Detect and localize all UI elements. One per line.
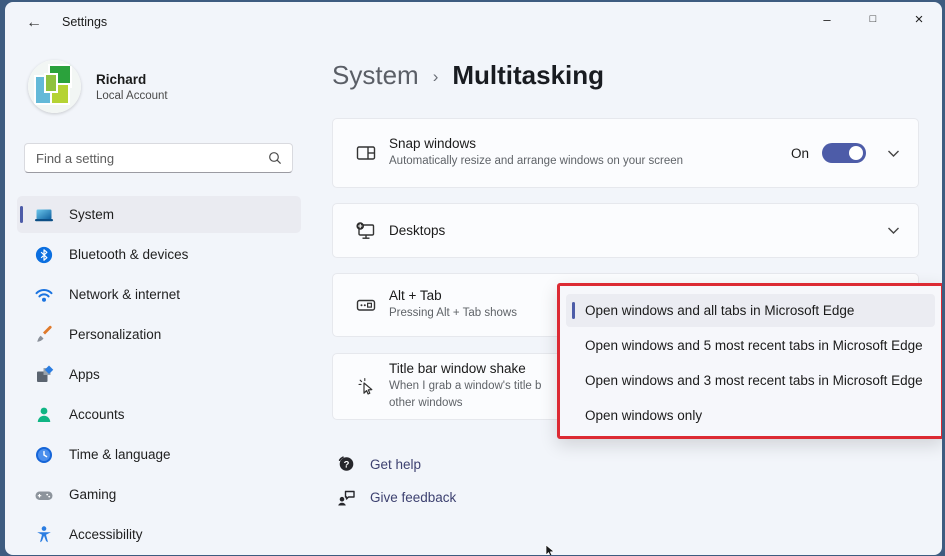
sidebar-item-system[interactable]: System (17, 196, 301, 233)
snap-windows-toggle[interactable] (822, 143, 866, 163)
profile-account-type: Local Account (96, 90, 168, 102)
search-input[interactable] (25, 151, 268, 166)
minimize-button[interactable]: – (804, 2, 850, 36)
toggle-knob (849, 146, 863, 160)
sidebar-nav: System Bluetooth & devices Network & int… (17, 196, 301, 555)
sidebar-item-personalization[interactable]: Personalization (17, 316, 301, 353)
apps-icon (34, 365, 54, 385)
breadcrumb-parent[interactable]: System (332, 60, 419, 91)
app-title: Settings (62, 15, 107, 29)
sidebar-item-network-internet[interactable]: Network & internet (17, 276, 301, 313)
profile-name: Richard (96, 72, 168, 87)
titlebar: ← Settings – □ × (5, 2, 942, 42)
display-icon (34, 205, 54, 225)
breadcrumb-separator: › (433, 67, 439, 87)
gamepad-icon (34, 485, 54, 505)
snap-windows-icon (354, 141, 378, 165)
chevron-down-icon[interactable] (887, 226, 900, 235)
sidebar-item-label: System (69, 207, 114, 222)
dropdown-option-3-recent-tabs[interactable]: Open windows and 3 most recent tabs in M… (566, 364, 935, 397)
sidebar-item-bluetooth-devices[interactable]: Bluetooth & devices (17, 236, 301, 273)
sidebar-item-accounts[interactable]: Accounts (17, 396, 301, 433)
page-title: Multitasking (452, 60, 604, 91)
window-controls: – □ × (804, 2, 942, 36)
breadcrumb: System › Multitasking (332, 60, 604, 91)
cursor-shake-icon (354, 375, 378, 399)
dropdown-option-5-recent-tabs[interactable]: Open windows and 5 most recent tabs in M… (566, 329, 935, 362)
sidebar-item-label: Accounts (69, 407, 125, 422)
snap-windows-card[interactable]: Snap windows Automatically resize and ar… (332, 118, 919, 188)
bluetooth-icon (34, 245, 54, 265)
sidebar-item-gaming[interactable]: Gaming (17, 476, 301, 513)
get-help-label: Get help (370, 457, 421, 472)
sidebar-item-time-language[interactable]: Time & language (17, 436, 301, 473)
sidebar-item-label: Gaming (69, 487, 116, 502)
search-box (24, 143, 293, 173)
help-icon: ? (335, 453, 357, 475)
sidebar-item-label: Personalization (69, 327, 161, 342)
paintbrush-icon (34, 325, 54, 345)
give-feedback-label: Give feedback (370, 490, 456, 505)
maximize-button[interactable]: □ (850, 2, 896, 36)
search-icon[interactable] (268, 151, 282, 165)
alt-tab-icon (354, 293, 378, 317)
sidebar-item-label: Network & internet (69, 287, 180, 302)
desktops-card[interactable]: Desktops (332, 203, 919, 258)
dropdown-option-all-tabs[interactable]: Open windows and all tabs in Microsoft E… (566, 294, 935, 327)
desktops-icon (354, 219, 378, 243)
sidebar-item-label: Accessibility (69, 527, 143, 542)
card-title: Desktops (389, 223, 866, 238)
sidebar-item-apps[interactable]: Apps (17, 356, 301, 393)
close-button[interactable]: × (896, 2, 942, 36)
give-feedback-link[interactable]: Give feedback (335, 486, 456, 508)
person-icon (34, 405, 54, 425)
sidebar-item-label: Bluetooth & devices (69, 247, 188, 262)
get-help-link[interactable]: ? Get help (335, 453, 421, 475)
avatar (28, 60, 81, 113)
back-button[interactable]: ← (19, 10, 49, 36)
svg-text:?: ? (344, 459, 350, 470)
alt-tab-dropdown-flyout: Open windows and all tabs in Microsoft E… (557, 283, 942, 439)
accessibility-icon (34, 525, 54, 545)
sidebar-item-label: Apps (69, 367, 100, 382)
mouse-cursor (545, 545, 557, 555)
sidebar-item-accessibility[interactable]: Accessibility (17, 516, 301, 553)
clock-icon (34, 445, 54, 465)
toggle-state-label: On (791, 146, 809, 161)
wifi-icon (34, 285, 54, 305)
chevron-down-icon[interactable] (887, 149, 900, 158)
feedback-icon (335, 486, 357, 508)
settings-window: ← Settings – □ × Richard Local Account (5, 2, 942, 555)
user-profile[interactable]: Richard Local Account (28, 60, 168, 113)
dropdown-option-windows-only[interactable]: Open windows only (566, 399, 935, 432)
card-subtitle: Automatically resize and arrange windows… (389, 154, 749, 170)
card-title: Snap windows (389, 136, 791, 151)
sidebar-item-label: Time & language (69, 447, 171, 462)
